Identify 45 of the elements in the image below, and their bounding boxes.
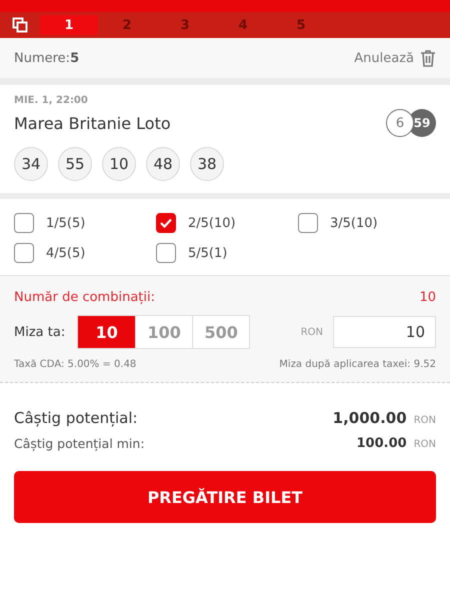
lottery-name: Marea Britanie Loto: [14, 114, 171, 132]
combinations-count: 10: [419, 290, 436, 305]
tab[interactable]: 5: [272, 15, 330, 35]
system-label: 4/5(5): [46, 246, 86, 260]
number-ball: 48: [146, 147, 180, 181]
currency-label: RON: [414, 415, 436, 426]
tab[interactable]: 1: [40, 15, 98, 35]
winnings-label: Câștig potențial:: [14, 409, 138, 427]
tab[interactable]: 2: [98, 15, 156, 35]
stake-preset[interactable]: 10: [78, 316, 136, 348]
stake-preset[interactable]: 500: [192, 316, 250, 348]
trash-icon: [420, 49, 436, 67]
numbers-count: Numere:5: [14, 50, 80, 66]
winnings-label: Câștig potențial min:: [14, 436, 145, 451]
stake-preset[interactable]: 100: [135, 316, 192, 348]
draw-date: MIE. 1, 22:00: [14, 95, 89, 106]
checkbox[interactable]: [14, 213, 34, 233]
system-label: 5/5(1): [188, 246, 228, 260]
check-icon: [160, 218, 172, 228]
tab[interactable]: 3: [156, 15, 214, 35]
stake-input[interactable]: 10: [333, 316, 436, 348]
currency-label: RON: [414, 439, 436, 450]
draw-count: 6: [386, 109, 414, 137]
number-ball: 10: [102, 147, 136, 181]
copy-icon[interactable]: [12, 17, 28, 33]
prepare-ticket-button[interactable]: PREGĂTIRE BILET: [14, 471, 436, 523]
combinations-label: Număr de combinații:: [14, 290, 155, 305]
checkbox[interactable]: [298, 213, 318, 233]
stake-label: Miza ta:: [14, 324, 66, 340]
stake-after-tax: Miza după aplicarea taxei: 9.52: [279, 359, 436, 370]
checkbox[interactable]: [156, 243, 176, 263]
tab[interactable]: 4: [214, 15, 272, 35]
system-label: 1/5(5): [46, 216, 86, 230]
system-label: 3/5(10): [330, 216, 378, 230]
checkbox[interactable]: [14, 243, 34, 263]
checkbox[interactable]: [156, 213, 176, 233]
number-ball: 34: [14, 147, 48, 181]
currency-label: RON: [300, 326, 323, 338]
system-label: 2/5(10): [188, 216, 236, 230]
winnings-amount: 1,000.00: [332, 409, 407, 427]
cancel-button[interactable]: Anulează: [354, 49, 436, 67]
number-ball: 38: [190, 147, 224, 181]
winnings-amount: 100.00: [356, 436, 407, 451]
tax-info: Taxă CDA: 5.00% = 0.48: [14, 359, 136, 370]
number-ball: 55: [58, 147, 92, 181]
